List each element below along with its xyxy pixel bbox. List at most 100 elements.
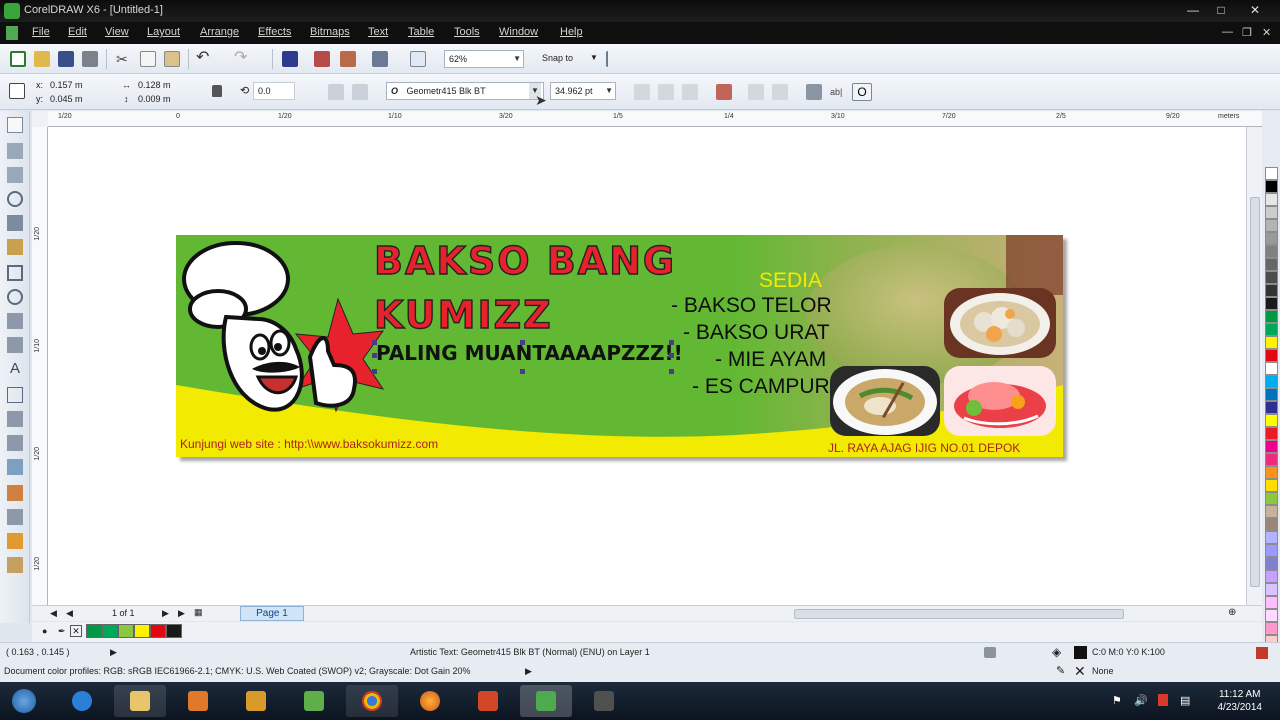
taskbar-recorder[interactable]	[578, 685, 630, 717]
palette-swatch[interactable]	[1265, 570, 1278, 583]
last-page-icon[interactable]: ▶	[178, 608, 185, 619]
volume-icon[interactable]: 🔊	[1134, 694, 1148, 707]
copy-icon[interactable]	[140, 51, 156, 67]
taskbar-notepad[interactable]	[288, 685, 340, 717]
shape-tool-icon[interactable]	[7, 143, 23, 159]
selection-handle[interactable]	[372, 340, 377, 345]
menu-tools[interactable]: Tools	[454, 26, 480, 38]
menu-edit[interactable]: Edit	[68, 26, 87, 38]
banner-menu-item[interactable]: - MIE AYAM	[715, 348, 826, 372]
document-palette-swatch[interactable]	[102, 624, 118, 638]
welcome-screen-icon[interactable]	[410, 51, 426, 67]
palette-swatch[interactable]	[1265, 180, 1278, 193]
palette-swatch[interactable]	[1265, 466, 1278, 479]
connector-tool-icon[interactable]	[7, 435, 23, 451]
ellipse-tool-icon[interactable]	[7, 289, 23, 305]
palette-swatch[interactable]	[1265, 323, 1278, 336]
drop-cap-icon[interactable]	[772, 84, 788, 100]
tray-flag-icon[interactable]: ⚑	[1112, 694, 1122, 707]
network-icon[interactable]: ▤	[1180, 694, 1190, 707]
basic-shapes-tool-icon[interactable]	[7, 337, 23, 353]
pick-tool-icon[interactable]	[7, 117, 23, 133]
edit-text-icon[interactable]: ab|	[830, 84, 846, 100]
mirror-horizontal-icon[interactable]	[328, 84, 344, 100]
blend-tool-icon[interactable]	[7, 459, 23, 475]
outline-tool-icon[interactable]	[7, 509, 23, 525]
menu-help[interactable]: Help	[560, 26, 583, 38]
palette-swatch[interactable]	[1265, 232, 1278, 245]
menu-window[interactable]: Window	[499, 26, 538, 38]
add-page-icon[interactable]: ▦	[194, 607, 203, 618]
es-campur-photo[interactable]	[944, 366, 1056, 436]
palette-swatch[interactable]	[1265, 245, 1278, 258]
menu-view[interactable]: View	[105, 26, 129, 38]
palette-swatch[interactable]	[1265, 596, 1278, 609]
palette-swatch[interactable]	[1265, 609, 1278, 622]
vertical-ruler[interactable]: 1/20 1/10 1/20 1/20	[32, 127, 48, 605]
palette-swatch[interactable]	[1265, 440, 1278, 453]
options-icon[interactable]	[606, 51, 622, 67]
cut-icon[interactable]: ✂	[116, 51, 132, 67]
width-field[interactable]: 0.128 m	[138, 80, 171, 90]
banner-website-text[interactable]: Kunjungi web site : http:\\www.baksokumi…	[180, 437, 438, 451]
color-proof-icon[interactable]	[1256, 647, 1268, 659]
palette-swatch[interactable]	[1265, 492, 1278, 505]
doc-minimize-button[interactable]: —	[1222, 26, 1233, 38]
palette-swatch[interactable]	[1265, 362, 1278, 375]
palette-swatch[interactable]	[1265, 427, 1278, 440]
save-icon[interactable]	[58, 51, 74, 67]
y-position-field[interactable]: 0.045 m	[50, 94, 83, 104]
banner-address-text[interactable]: JL. RAYA AJAG IJIG NO.01 DEPOK	[828, 441, 1020, 455]
palette-swatch[interactable]	[1265, 505, 1278, 518]
zoom-levels-combo[interactable]: 62% ▼	[444, 50, 524, 68]
taskbar-explorer[interactable]	[114, 685, 166, 717]
menu-arrange[interactable]: Arrange	[200, 26, 239, 38]
palette-swatch[interactable]	[1265, 258, 1278, 271]
height-field[interactable]: 0.009 m	[138, 94, 171, 104]
palette-swatch[interactable]	[1265, 336, 1278, 349]
horizontal-ruler[interactable]: 1/20 0 1/20 1/10 3/20 1/5 1/4 3/10 7/20 …	[48, 111, 1262, 127]
taskbar-chrome[interactable]	[346, 685, 398, 717]
selection-handle[interactable]	[669, 353, 674, 358]
taskbar-coreldraw[interactable]	[520, 685, 572, 717]
menu-layout[interactable]: Layout	[147, 26, 180, 38]
mirror-vertical-icon[interactable]	[352, 84, 368, 100]
paste-icon[interactable]	[164, 51, 180, 67]
zoom-tool-icon[interactable]	[7, 191, 23, 207]
banner-artwork[interactable]: BAKSO BANG KUMIZZ PALING MUANTAAAAPZZZ!!…	[176, 235, 1063, 457]
coreldraw-app-icon[interactable]	[4, 3, 20, 19]
banner-menu-item[interactable]: - ES CAMPUR	[692, 375, 830, 399]
bakso-bowl-photo[interactable]	[944, 288, 1056, 358]
lock-ratio-icon[interactable]	[212, 85, 222, 97]
underline-icon[interactable]	[682, 84, 698, 100]
taskbar-app-orange[interactable]	[230, 685, 282, 717]
redo-icon[interactable]: ↷	[234, 50, 250, 66]
banner-sedia-label[interactable]: SEDIA	[759, 269, 822, 293]
vertical-scrollbar[interactable]	[1246, 127, 1262, 605]
palette-menu-icon[interactable]: ●	[42, 626, 47, 636]
x-position-field[interactable]: 0.157 m	[50, 80, 83, 90]
search-content-icon[interactable]	[282, 51, 298, 67]
freehand-tool-icon[interactable]	[7, 215, 23, 231]
menu-effects[interactable]: Effects	[258, 26, 291, 38]
palette-swatch[interactable]	[1265, 271, 1278, 284]
menu-text[interactable]: Text	[368, 26, 388, 38]
page-tab[interactable]: Page 1	[240, 606, 304, 621]
mie-ayam-photo[interactable]	[830, 366, 940, 436]
document-palette-swatch[interactable]	[134, 624, 150, 638]
palette-swatch[interactable]	[1265, 167, 1278, 180]
opentype-features-icon[interactable]: O	[852, 83, 872, 101]
no-color-swatch[interactable]: ✕	[70, 625, 82, 637]
selection-handle[interactable]	[669, 340, 674, 345]
snap-chevron-icon[interactable]: ▼	[590, 53, 598, 62]
selection-handle[interactable]	[520, 369, 525, 374]
color-profiles-arrow-icon[interactable]: ▶	[525, 666, 532, 677]
palette-swatch[interactable]	[1265, 453, 1278, 466]
document-palette-swatch[interactable]	[150, 624, 166, 638]
first-page-icon[interactable]: ◀	[50, 608, 57, 619]
crop-tool-icon[interactable]	[7, 167, 23, 183]
smart-fill-tool-icon[interactable]	[7, 239, 23, 255]
font-size-combo[interactable]: 34.962 pt ▼	[550, 82, 616, 100]
font-list-combo[interactable]: O Geometr415 Blk BT ▼	[386, 82, 544, 100]
rectangle-tool-icon[interactable]	[7, 265, 23, 281]
